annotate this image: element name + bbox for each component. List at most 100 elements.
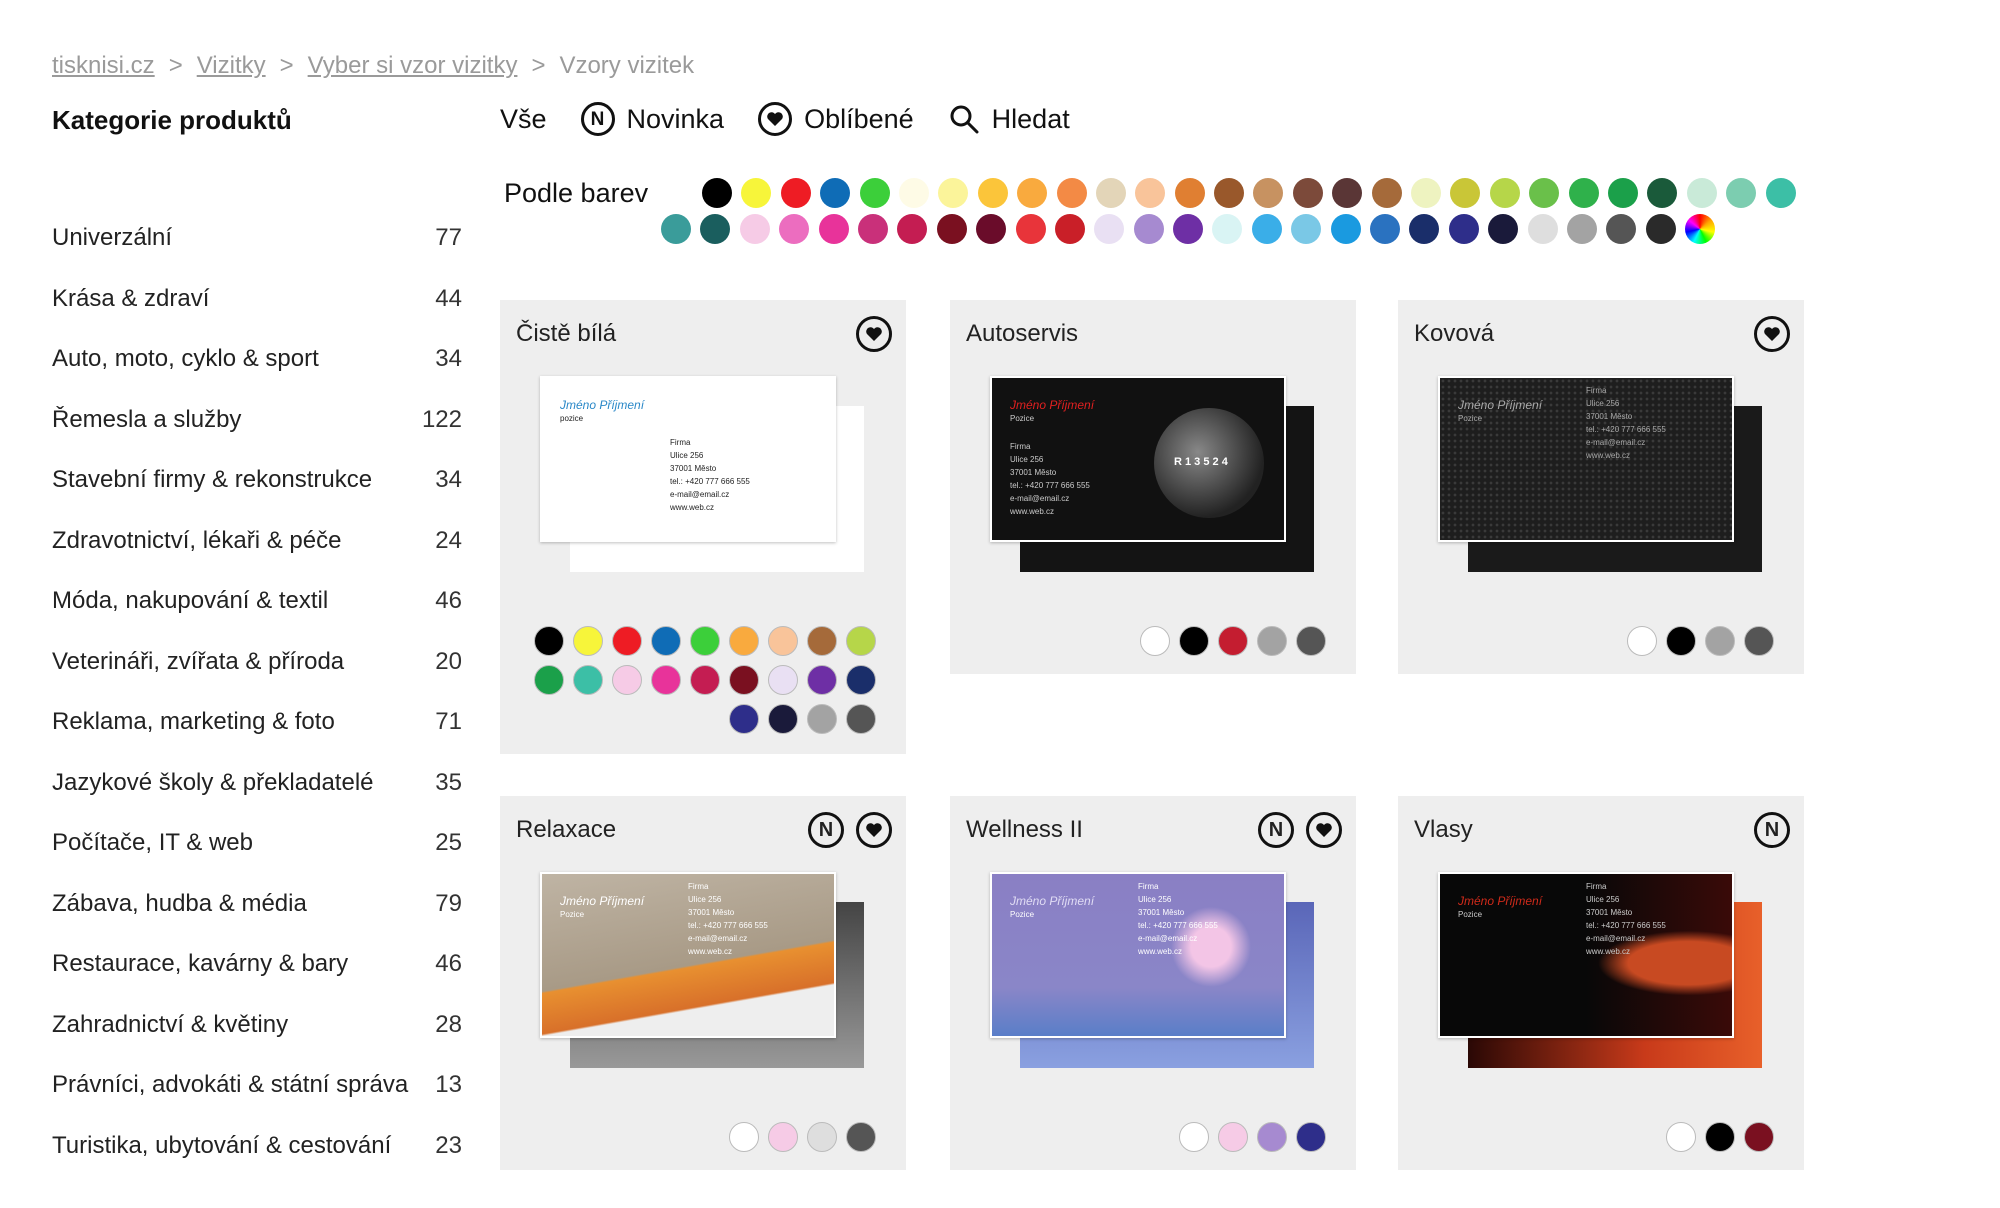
filter-favorite[interactable]: Oblíbené <box>758 102 914 136</box>
breadcrumb-link[interactable]: Vizitky <box>197 52 266 80</box>
color-swatch[interactable] <box>1173 214 1204 244</box>
card-preview[interactable]: Jméno Příjmení Pozice Firma Ulice 256 3700… <box>1438 872 1762 1068</box>
card-preview[interactable]: Jméno Příjmení Pozice Firma Ulice 256 3700… <box>990 872 1314 1068</box>
color-swatch[interactable] <box>1409 214 1440 244</box>
category-item[interactable]: Zahradnictví & květiny 28 <box>52 995 462 1056</box>
card-color-swatch[interactable] <box>573 626 603 656</box>
color-swatch[interactable] <box>1214 178 1245 208</box>
category-item[interactable]: Stavební firmy & rekonstrukce 34 <box>52 450 462 511</box>
color-swatch[interactable] <box>1330 214 1361 244</box>
card-color-swatch[interactable] <box>651 665 681 695</box>
color-swatch[interactable] <box>1568 178 1599 208</box>
color-swatch[interactable] <box>1527 214 1558 244</box>
color-swatch[interactable] <box>1292 178 1323 208</box>
color-swatch[interactable] <box>1291 214 1322 244</box>
template-card[interactable]: Čistě bílá Jméno Příjmení pozice Firma Ulic… <box>500 300 906 754</box>
card-color-swatch[interactable] <box>1218 1122 1248 1152</box>
filter-all[interactable]: Vše <box>500 104 547 135</box>
card-color-swatch[interactable] <box>807 665 837 695</box>
card-color-swatch[interactable] <box>612 626 642 656</box>
card-color-swatch[interactable] <box>690 665 720 695</box>
color-swatch[interactable] <box>739 214 770 244</box>
category-item[interactable]: Univerzální 77 <box>52 208 462 269</box>
heart-icon[interactable] <box>1306 812 1342 848</box>
color-swatch[interactable] <box>898 178 929 208</box>
category-item[interactable]: Turistika, ubytování & cestování 23 <box>52 1116 462 1177</box>
category-item[interactable]: Řemesla a služby 122 <box>52 390 462 451</box>
card-color-swatch[interactable] <box>768 626 798 656</box>
color-swatch[interactable] <box>1212 214 1243 244</box>
card-color-swatch[interactable] <box>729 704 759 734</box>
color-swatch[interactable] <box>1095 178 1126 208</box>
category-item[interactable]: Krása & zdraví 44 <box>52 269 462 330</box>
color-swatch[interactable] <box>976 214 1007 244</box>
card-color-swatch[interactable] <box>846 1122 876 1152</box>
color-swatch[interactable] <box>1133 214 1164 244</box>
card-color-swatch[interactable] <box>729 665 759 695</box>
card-color-swatch[interactable] <box>1744 626 1774 656</box>
card-color-swatch[interactable] <box>807 704 837 734</box>
category-item[interactable]: Počítače, IT & web 25 <box>52 813 462 874</box>
card-color-swatch[interactable] <box>768 665 798 695</box>
card-color-swatch[interactable] <box>1257 626 1287 656</box>
card-color-swatch[interactable] <box>534 665 564 695</box>
color-swatch[interactable] <box>1015 214 1046 244</box>
template-card[interactable]: Autoservis R 1 3 5 2 4 Jméno Příjmení Pozic… <box>950 300 1356 674</box>
color-swatch[interactable] <box>741 178 772 208</box>
template-card[interactable]: Wellness II N Jméno Příjmení Pozice Firma Ul… <box>950 796 1356 1170</box>
card-color-swatch[interactable] <box>573 665 603 695</box>
category-item[interactable]: Veterináři, zvířata & příroda 20 <box>52 632 462 693</box>
category-item[interactable]: Zábava, hudba & média 79 <box>52 874 462 935</box>
color-swatch-multicolor[interactable] <box>1685 214 1716 244</box>
card-color-swatch[interactable] <box>1218 626 1248 656</box>
card-color-swatch[interactable] <box>1257 1122 1287 1152</box>
category-item[interactable]: Zdravotnictví, lékaři & péče 24 <box>52 511 462 572</box>
card-color-swatch[interactable] <box>1666 1122 1696 1152</box>
template-card[interactable]: Relaxace N Jméno Příjmení Pozice Firma Ulice… <box>500 796 906 1170</box>
template-card[interactable]: Vlasy N Jméno Příjmení Pozice Firma Ulice 25… <box>1398 796 1804 1170</box>
color-swatch[interactable] <box>1488 214 1519 244</box>
filter-search[interactable]: Hledat <box>948 103 1070 135</box>
category-item[interactable]: Reklama, marketing & foto 71 <box>52 692 462 753</box>
color-swatch[interactable] <box>977 178 1008 208</box>
category-item[interactable]: Právníci, advokáti & státní správa 13 <box>52 1055 462 1116</box>
card-color-swatch[interactable] <box>1744 1122 1774 1152</box>
card-preview[interactable]: Jméno Příjmení Pozice Firma Ulice 256 3700… <box>1438 376 1762 572</box>
color-swatch[interactable] <box>1056 178 1087 208</box>
color-swatch[interactable] <box>1332 178 1363 208</box>
color-swatch[interactable] <box>780 178 811 208</box>
breadcrumb-link[interactable]: tisknisi.cz <box>52 52 155 80</box>
card-preview[interactable]: R 1 3 5 2 4 Jméno Příjmení Pozice Firma Uli… <box>990 376 1314 572</box>
card-color-swatch[interactable] <box>768 704 798 734</box>
color-swatch[interactable] <box>1686 178 1717 208</box>
card-color-swatch[interactable] <box>1666 626 1696 656</box>
color-swatch[interactable] <box>779 214 810 244</box>
color-swatch[interactable] <box>1017 178 1048 208</box>
color-swatch[interactable] <box>1251 214 1282 244</box>
color-swatch[interactable] <box>859 178 890 208</box>
color-swatch[interactable] <box>702 178 732 208</box>
color-swatch[interactable] <box>818 214 849 244</box>
color-swatch[interactable] <box>1094 214 1125 244</box>
color-swatch[interactable] <box>1411 178 1442 208</box>
color-swatch[interactable] <box>1647 178 1678 208</box>
color-swatch[interactable] <box>1566 214 1597 244</box>
color-swatch[interactable] <box>661 214 691 244</box>
card-color-swatch[interactable] <box>807 1122 837 1152</box>
card-color-swatch[interactable] <box>729 626 759 656</box>
category-item[interactable]: Auto, moto, cyklo & sport 34 <box>52 329 462 390</box>
card-preview[interactable]: Jméno Příjmení pozice Firma Ulice 256 3700… <box>540 376 864 572</box>
card-color-swatch[interactable] <box>1140 626 1170 656</box>
card-preview[interactable]: Jméno Příjmení Pozice Firma Ulice 256 3700… <box>540 872 864 1068</box>
card-color-swatch[interactable] <box>846 626 876 656</box>
category-item[interactable]: Jazykové školy & překladatelé 35 <box>52 753 462 814</box>
color-swatch[interactable] <box>1726 178 1757 208</box>
card-color-swatch[interactable] <box>807 626 837 656</box>
color-swatch[interactable] <box>1489 178 1520 208</box>
heart-icon[interactable] <box>856 316 892 352</box>
card-color-swatch[interactable] <box>651 626 681 656</box>
card-color-swatch[interactable] <box>1627 626 1657 656</box>
color-swatch[interactable] <box>857 214 888 244</box>
color-swatch[interactable] <box>897 214 928 244</box>
card-color-swatch[interactable] <box>1179 626 1209 656</box>
